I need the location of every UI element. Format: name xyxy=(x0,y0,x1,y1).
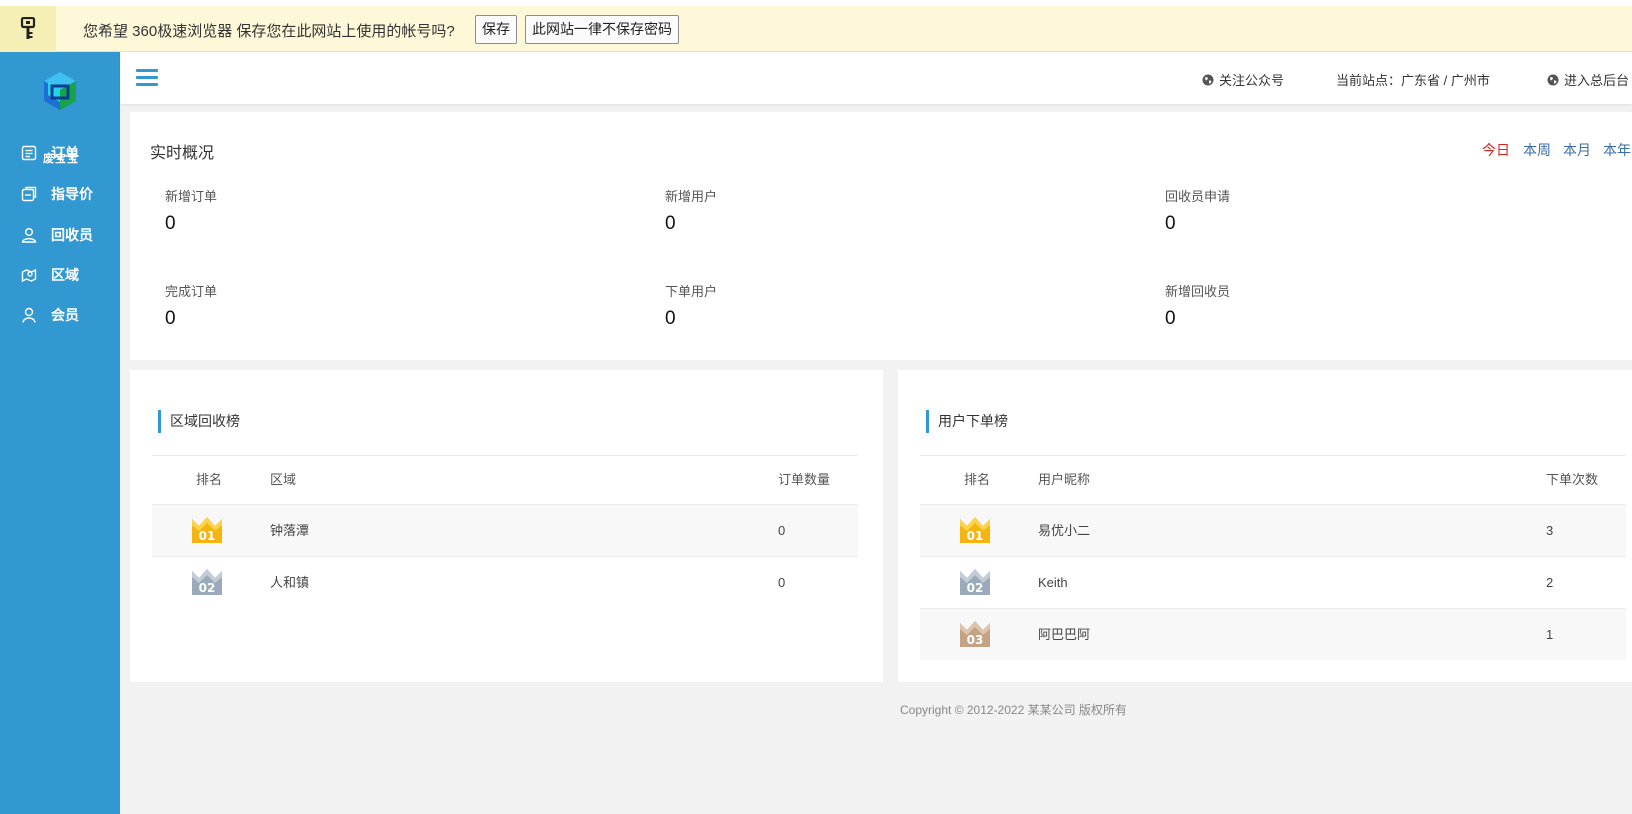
table-header: 排名 用户昵称 下单次数 xyxy=(920,456,1626,504)
rank-number: 03 xyxy=(967,633,984,647)
follow-label: 关注公众号 xyxy=(1219,73,1285,88)
range-week[interactable]: 本周 xyxy=(1523,140,1551,160)
sidebar-item-label: 订单 xyxy=(51,145,79,161)
user-rank-panel: 用户下单榜 排名 用户昵称 下单次数 01 易优小二 3 02 Keith 2 xyxy=(898,370,1632,682)
table-row[interactable]: 02 人和镇 0 xyxy=(152,556,858,608)
stat-value: 0 xyxy=(1165,213,1176,234)
region-name: 钟落潭 xyxy=(270,523,310,538)
menu-toggle-icon[interactable] xyxy=(136,69,158,87)
password-save-bar: 您希望 360极速浏览器 保存您在此网站上使用的帐号吗? 保存 此网站一律不保存… xyxy=(0,0,1632,52)
sidebar-item-members[interactable]: 会员 xyxy=(0,295,120,335)
order-count: 0 xyxy=(778,575,786,590)
silver-crown-icon: 02 xyxy=(960,569,990,595)
order-times: 3 xyxy=(1546,523,1554,538)
rank-number: 02 xyxy=(199,581,216,595)
sidebar-item-recyclers[interactable]: 回收员 xyxy=(0,215,120,255)
gold-crown-icon: 01 xyxy=(960,517,990,543)
stat-label: 下单用户 xyxy=(665,284,718,299)
stat-label: 回收员申请 xyxy=(1165,189,1231,204)
never-save-button[interactable]: 此网站一律不保存密码 xyxy=(525,15,679,44)
overview-title: 实时概况 xyxy=(150,145,215,162)
follow-wechat-link[interactable]: 关注公众号 xyxy=(1202,70,1284,89)
sidebar-item-label: 会员 xyxy=(51,307,79,323)
stat-label: 完成订单 xyxy=(165,284,218,299)
stat-label: 新增回收员 xyxy=(1165,284,1231,299)
stat-value: 0 xyxy=(165,213,176,234)
current-site: 当前站点：广东省 / 广州市 xyxy=(1336,70,1490,89)
stat-label: 新增用户 xyxy=(665,189,718,204)
globe-icon xyxy=(1202,74,1214,85)
stat-value: 0 xyxy=(1165,308,1176,329)
rank-number: 01 xyxy=(967,529,984,543)
sidebar-item-orders[interactable]: 订单 xyxy=(0,133,120,173)
key-icon xyxy=(0,6,56,52)
range-month[interactable]: 本月 xyxy=(1563,140,1591,160)
sidebar-item-guide-price[interactable]: 指导价 xyxy=(0,174,120,214)
order-times: 1 xyxy=(1546,627,1554,642)
silver-crown-icon: 02 xyxy=(192,569,222,595)
column-header: 排名 xyxy=(196,472,223,487)
globe-icon xyxy=(1547,74,1559,85)
map-icon xyxy=(21,268,37,283)
admin-label: 进入总后台 xyxy=(1564,73,1630,88)
stat-value: 0 xyxy=(665,213,676,234)
table-header: 排名 区域 订单数量 xyxy=(152,456,858,504)
stat-value: 0 xyxy=(665,308,676,329)
column-header: 下单次数 xyxy=(1546,472,1599,487)
column-header: 订单数量 xyxy=(778,472,831,487)
order-times: 2 xyxy=(1546,575,1554,590)
user-nickname: Keith xyxy=(1038,575,1068,590)
user-nickname: 阿巴巴阿 xyxy=(1038,627,1091,642)
enter-admin-link[interactable]: 进入总后台 xyxy=(1547,70,1629,89)
logo[interactable] xyxy=(40,70,80,116)
sidebar: 废宝宝 订单 指导价 回收员 区域 会员 xyxy=(0,52,120,814)
password-prompt: 您希望 360极速浏览器 保存您在此网站上使用的帐号吗? xyxy=(83,23,455,40)
user-nickname: 易优小二 xyxy=(1038,523,1091,538)
bronze-crown-icon: 03 xyxy=(960,621,990,647)
panel-title: 区域回收榜 xyxy=(158,410,240,433)
sidebar-item-label: 指导价 xyxy=(51,186,93,202)
order-count: 0 xyxy=(778,523,786,538)
user-rank-table: 排名 用户昵称 下单次数 01 易优小二 3 02 Keith 2 03 阿巴巴… xyxy=(920,455,1626,660)
stat-label: 新增订单 xyxy=(165,189,218,204)
price-tag-icon xyxy=(21,186,37,202)
table-row[interactable]: 02 Keith 2 xyxy=(920,556,1626,608)
stat-value: 0 xyxy=(165,308,176,329)
top-header: 关注公众号 当前站点：广东省 / 广州市 进入总后台 xyxy=(120,52,1632,104)
table-row[interactable]: 01 钟落潭 0 xyxy=(152,504,858,556)
range-year[interactable]: 本年 xyxy=(1603,140,1631,160)
realtime-overview-card: 实时概况 今日 本周 本月 本年 新增订单 0 新增用户 0 回收员申请 0 完… xyxy=(130,112,1632,360)
copyright-footer: Copyright © 2012-2022 某某公司 版权所有 xyxy=(900,703,1127,717)
table-row[interactable]: 01 易优小二 3 xyxy=(920,504,1626,556)
column-header: 用户昵称 xyxy=(1038,472,1091,487)
sidebar-item-regions[interactable]: 区域 xyxy=(0,255,120,295)
gold-crown-icon: 01 xyxy=(192,517,222,543)
region-name: 人和镇 xyxy=(270,575,310,590)
rank-number: 02 xyxy=(967,581,984,595)
region-rank-table: 排名 区域 订单数量 01 钟落潭 0 02 人和镇 0 xyxy=(152,455,858,608)
range-today[interactable]: 今日 xyxy=(1482,140,1510,160)
list-icon xyxy=(21,145,37,161)
user-icon xyxy=(21,228,37,243)
rank-number: 01 xyxy=(199,529,216,543)
member-icon xyxy=(22,307,36,323)
panel-title: 用户下单榜 xyxy=(926,410,1008,433)
sidebar-item-label: 区域 xyxy=(51,267,79,283)
current-site-label: 当前站点：广东省 / 广州市 xyxy=(1336,73,1490,88)
table-row[interactable]: 03 阿巴巴阿 1 xyxy=(920,608,1626,660)
column-header: 排名 xyxy=(964,472,991,487)
column-header: 区域 xyxy=(270,472,297,487)
region-rank-panel: 区域回收榜 排名 区域 订单数量 01 钟落潭 0 02 人和镇 0 xyxy=(130,370,883,682)
save-password-button[interactable]: 保存 xyxy=(475,15,517,44)
sidebar-item-label: 回收员 xyxy=(51,227,93,243)
